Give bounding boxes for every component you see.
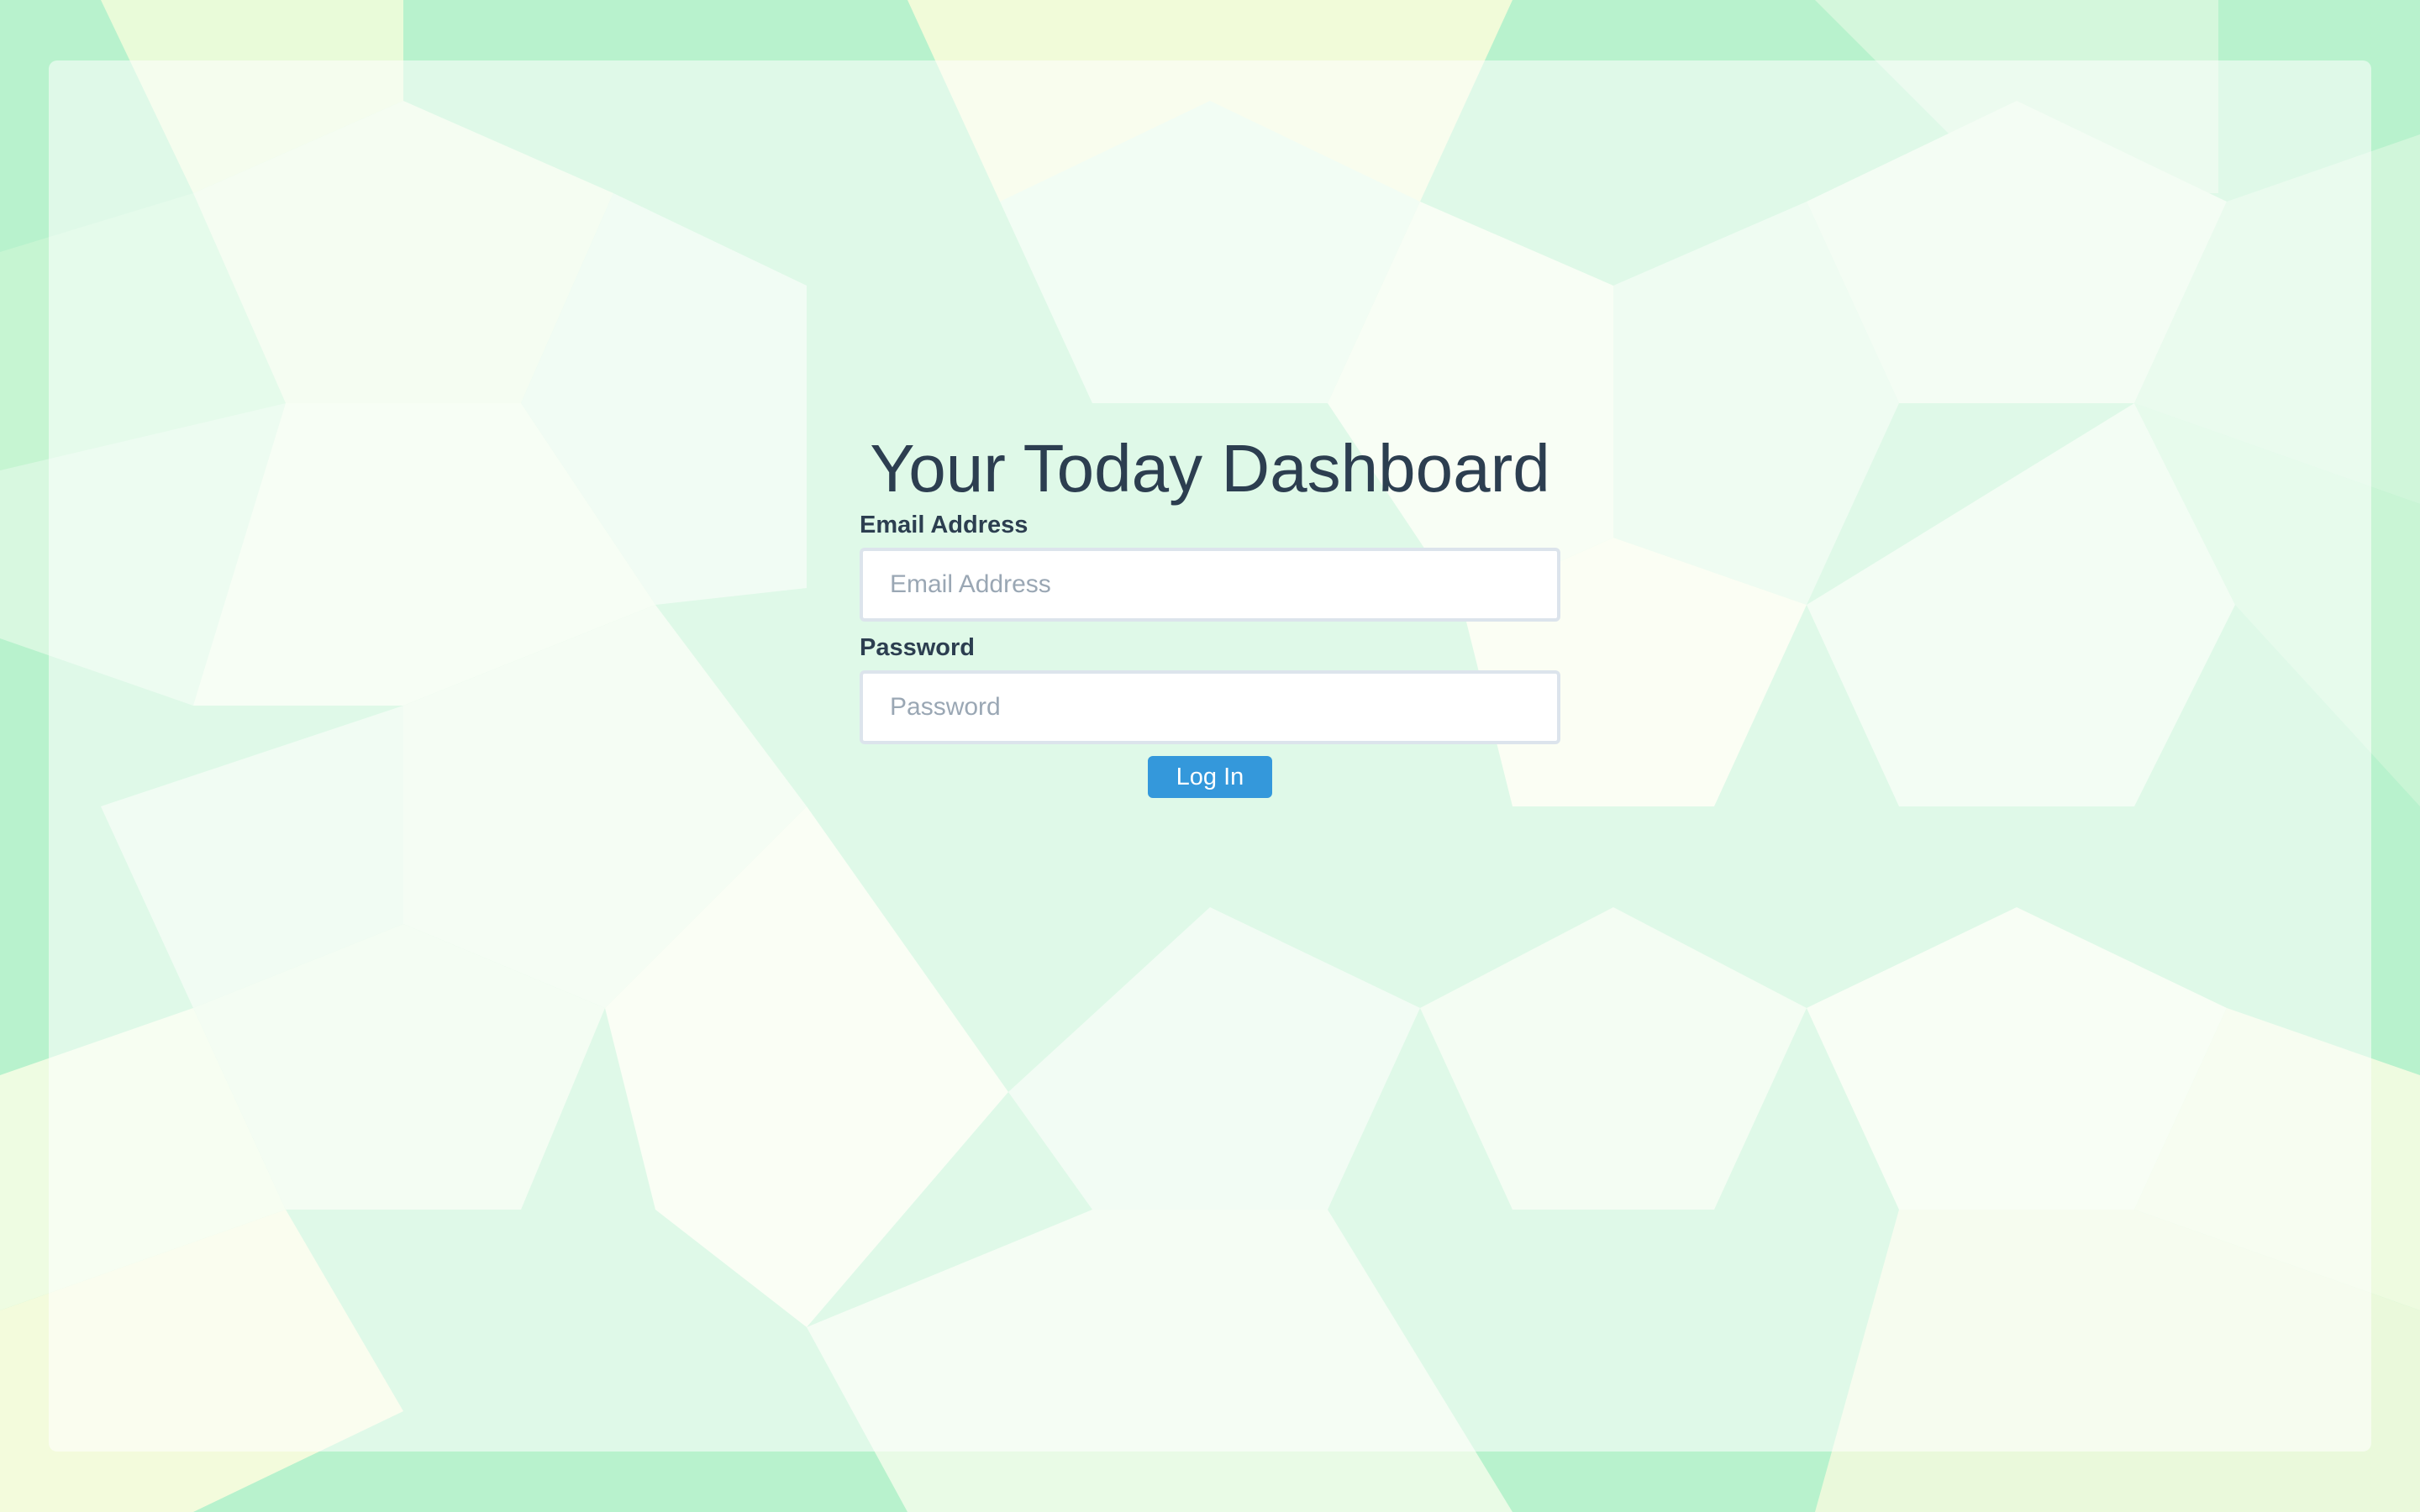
password-field-group: Password [860, 633, 1560, 744]
login-button[interactable]: Log In [1148, 756, 1272, 798]
email-input[interactable] [860, 548, 1560, 622]
email-label: Email Address [860, 512, 1028, 538]
password-label: Password [860, 634, 975, 661]
email-field-group: Email Address [860, 511, 1560, 622]
login-form: Your Today Dashboard Email Address Passw… [860, 427, 1560, 798]
password-input[interactable] [860, 670, 1560, 744]
form-actions: Log In [860, 756, 1560, 798]
page-title: Your Today Dashboard [870, 431, 1550, 506]
